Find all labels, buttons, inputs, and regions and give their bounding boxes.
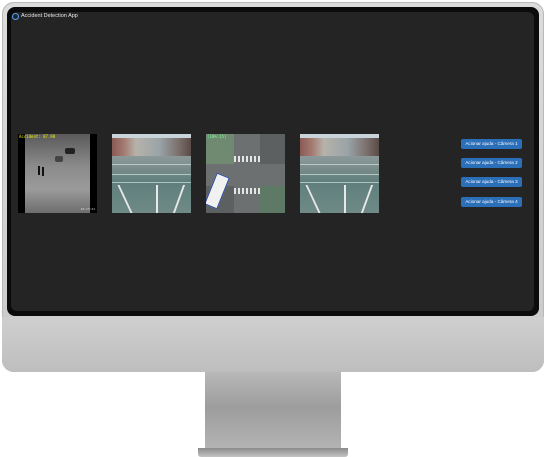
lane-line (172, 185, 186, 213)
road-marking (112, 174, 191, 175)
lane-line (344, 185, 346, 213)
road-marking (112, 164, 191, 165)
vehicle-shape (55, 156, 63, 162)
detection-label: Accident: 87.98 (19, 134, 56, 139)
app-title-bar: Accident Detection App (11, 12, 78, 21)
camera-feed-4 (300, 134, 379, 213)
pedestrian-shape (38, 166, 40, 175)
app-window: Accident Detection App Accident: 87.98 1… (11, 12, 534, 311)
lane-line (305, 185, 321, 213)
app-logo-icon (12, 13, 19, 20)
lane-line (156, 185, 158, 213)
help-camera-4-button[interactable]: Acionar ajuda - Câmera 4 (461, 197, 522, 207)
help-camera-3-button[interactable]: Acionar ajuda - Câmera 3 (461, 177, 522, 187)
road-marking (112, 182, 191, 183)
lane-line (360, 185, 374, 213)
camera-feed-1-image (25, 134, 90, 213)
feed-timestamp: 10:13:21 (80, 207, 95, 211)
camera-feed-2 (112, 134, 191, 213)
road-marking (300, 164, 379, 165)
background-buildings (300, 138, 379, 156)
help-camera-1-button[interactable]: Acionar ajuda - Câmera 1 (461, 139, 522, 149)
app-title: Accident Detection App (21, 13, 78, 19)
lane-line (117, 185, 133, 213)
grass-area (260, 186, 285, 213)
desktop-monitor-mockup: Accident Detection App Accident: 87.98 1… (0, 0, 546, 457)
help-camera-2-button[interactable]: Acionar ajuda - Câmera 2 (461, 158, 522, 168)
camera-feed-3: [10%:15] (206, 134, 285, 213)
monitor-stand (205, 372, 341, 452)
crosswalk (234, 188, 260, 194)
road-marking (300, 174, 379, 175)
pedestrian-shape (42, 167, 44, 176)
camera-feed-1: Accident: 87.98 10:13:21 (18, 134, 97, 213)
detection-label: [10%:15] (207, 134, 227, 139)
monitor-chin (2, 317, 544, 372)
crosswalk (234, 156, 260, 162)
monitor-base (198, 448, 348, 457)
vehicle-shape (65, 148, 75, 154)
background-buildings (112, 138, 191, 156)
road-marking (300, 182, 379, 183)
